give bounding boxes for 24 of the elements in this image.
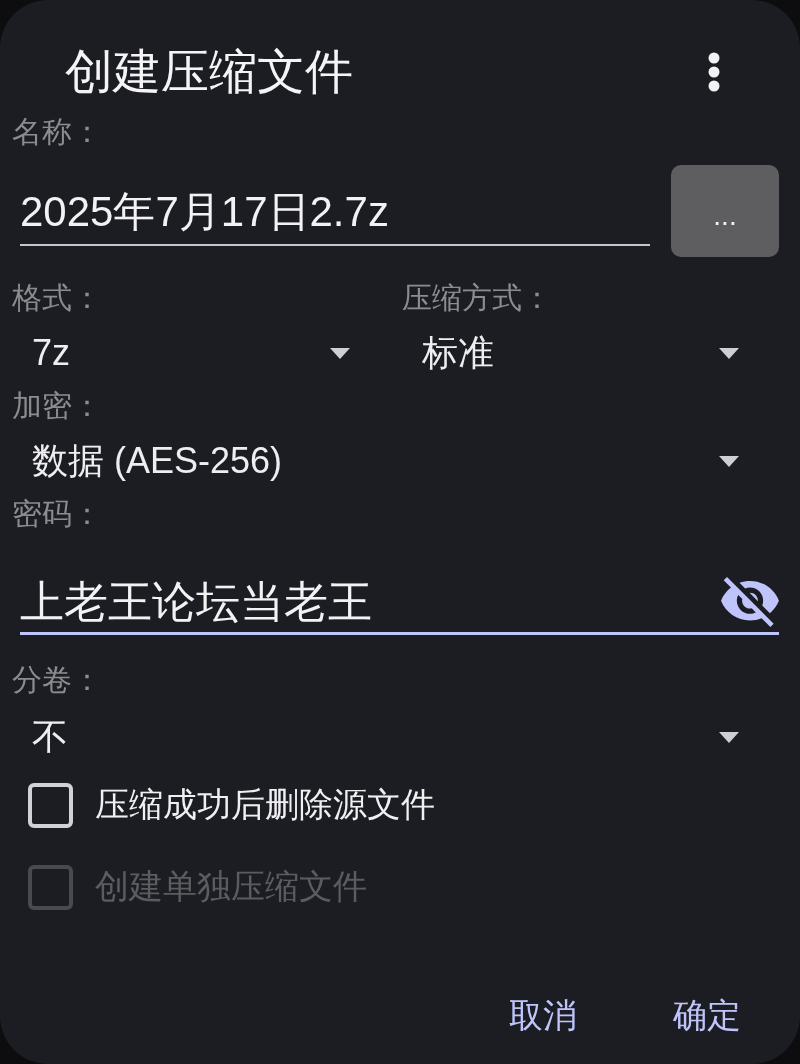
checkbox-label: 压缩成功后删除源文件 [95, 784, 435, 825]
field-label: 分卷： [12, 662, 102, 698]
password-field[interactable]: 上老王论坛当老王 [20, 572, 779, 635]
confirm-button[interactable]: 确定 [657, 985, 757, 1047]
eye-off-icon[interactable] [721, 577, 779, 627]
more-menu-icon[interactable] [707, 52, 721, 92]
cancel-button[interactable]: 取消 [493, 985, 593, 1047]
dropdown[interactable]: 标准 [402, 328, 779, 378]
checkbox-label: 创建单独压缩文件 [95, 866, 367, 907]
dropdown-caret-icon [330, 347, 350, 359]
dropdown-caret-icon [719, 731, 739, 743]
dropdown[interactable]: 数据 (AES-256) [12, 436, 779, 486]
dropdown[interactable]: 不 [12, 712, 779, 762]
field-label: 格式： [12, 280, 102, 316]
field-label: 加密： [12, 388, 102, 424]
dropdown-caret-icon [719, 347, 739, 359]
field-label: 密码： [12, 496, 102, 532]
dropdown[interactable]: 7z [12, 328, 390, 378]
dialog-title: 创建压缩文件 [65, 44, 353, 100]
dropdown-caret-icon [719, 455, 739, 467]
field-label: 压缩方式： [402, 280, 552, 316]
browse-button[interactable]: ... [671, 165, 779, 257]
field-label: 名称： [12, 114, 102, 150]
name-field[interactable]: 2025年7月17日2.7z [20, 186, 650, 246]
